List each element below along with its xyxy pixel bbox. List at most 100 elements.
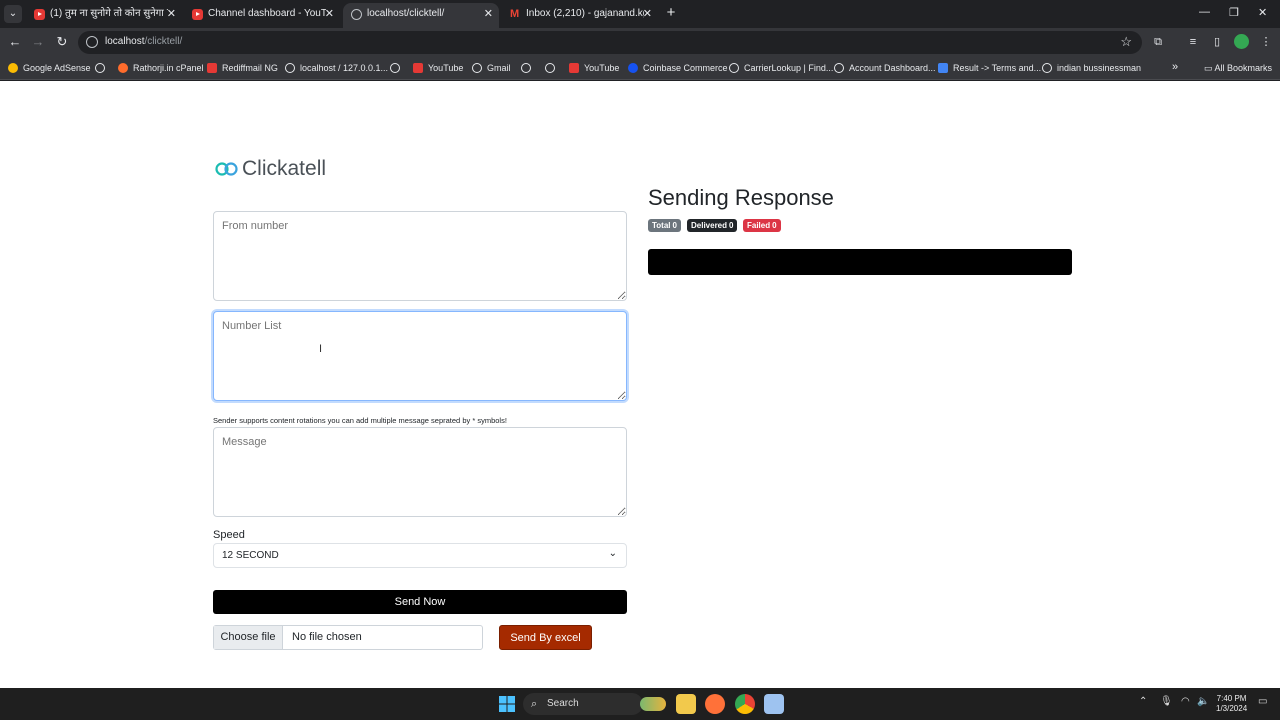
taskbar-clock[interactable]: 7:40 PM 1/3/2024	[1216, 694, 1247, 714]
new-tab-button[interactable]: +	[662, 4, 680, 22]
globe-icon	[545, 62, 555, 73]
cpanel-icon	[118, 62, 128, 73]
close-icon[interactable]: ✕	[325, 3, 334, 25]
delivered-badge: Delivered 0	[687, 219, 738, 232]
speed-label: Speed	[213, 529, 245, 541]
window-close-icon[interactable]: ✕	[1258, 6, 1267, 19]
reload-icon[interactable]: ↻	[53, 33, 71, 51]
widgets-icon[interactable]	[640, 697, 666, 711]
speed-select[interactable]: 12 SECOND ⌄	[213, 543, 627, 568]
globe-icon	[729, 62, 739, 73]
send-now-button[interactable]: Send Now	[213, 590, 627, 614]
bookmarks-overflow-icon[interactable]: »	[1172, 61, 1178, 73]
close-icon[interactable]: ✕	[643, 3, 652, 25]
youtube-icon	[34, 9, 45, 20]
file-explorer-icon[interactable]	[676, 694, 696, 714]
adsense-icon	[8, 62, 18, 73]
browser-toolbar: ← → ↻ localhost/clicktell/ ☆ ⧉ ≡ ▯ ⋮	[0, 28, 1280, 56]
taskbar-search[interactable]: ⌕ Search	[523, 693, 643, 715]
tab-channel-dashboard[interactable]: Channel dashboard - YouTube ✕	[184, 3, 340, 28]
bookmark-youtube[interactable]: YouTube	[569, 61, 619, 75]
gmail-icon: M	[510, 8, 520, 20]
globe-icon	[351, 9, 362, 20]
logo-text: Clickatell	[242, 157, 327, 180]
windows-start-icon[interactable]	[497, 694, 517, 714]
bookmark-youtube[interactable]: YouTube	[413, 61, 463, 75]
clickatell-logo-icon	[215, 162, 238, 176]
bookmark-star-icon[interactable]: ☆	[1120, 34, 1132, 50]
bookmark-indian-bussinessman[interactable]: indian bussinessman	[1042, 61, 1141, 75]
bookmark-rathorji-cpanel[interactable]: Rathorji.in cPanel	[118, 61, 204, 75]
tab-youtube-song[interactable]: (1) तुम ना सुनोगे तो कोन सुनेगा Thu ✕	[26, 3, 182, 28]
bookmark-unnamed[interactable]	[545, 61, 560, 75]
notification-icon[interactable]: ▭	[1258, 696, 1267, 707]
bookmark-account-dashboard[interactable]: Account Dashboard...	[834, 61, 936, 75]
bookmark-rediffmail[interactable]: Rediffmail NG	[207, 61, 278, 75]
bookmark-unnamed[interactable]	[521, 61, 536, 75]
rediffmail-icon	[207, 62, 217, 73]
bookmark-localhost-phpmyadmin[interactable]: localhost / 127.0.0.1...	[285, 61, 388, 75]
globe-icon	[285, 62, 295, 73]
wifi-icon[interactable]: ◠	[1181, 696, 1190, 707]
bookmark-gmail[interactable]: Gmail	[472, 61, 511, 75]
forward-arrow-icon[interactable]: →	[29, 33, 47, 51]
page-content: Clickatell I Sender supports content rot…	[0, 81, 1280, 688]
globe-icon	[390, 62, 400, 73]
app-icon[interactable]	[764, 694, 784, 714]
bookmark-coinbase-commerce[interactable]: Coinbase Commerce	[628, 61, 728, 75]
microphone-icon[interactable]: 🎙	[1160, 696, 1173, 707]
text-cursor-icon: I	[319, 343, 323, 355]
globe-icon	[95, 62, 105, 73]
bookmark-carrierlookup[interactable]: CarrierLookup | Find...	[729, 61, 833, 75]
url-text: localhost/clicktell/	[105, 36, 183, 47]
menu-dots-icon[interactable]: ⋮	[1259, 35, 1273, 49]
close-icon[interactable]: ✕	[484, 3, 493, 25]
file-input[interactable]: Choose file No file chosen	[213, 625, 483, 650]
globe-icon	[834, 62, 844, 73]
close-icon[interactable]: ✕	[167, 3, 176, 25]
bookmark-result-terms[interactable]: Result -> Terms and...	[938, 61, 1041, 75]
site-info-icon[interactable]	[86, 36, 98, 48]
tab-strip: ⌄ (1) तुम ना सुनोगे तो कोन सुनेगा Thu ✕ …	[0, 0, 1280, 28]
globe-icon	[472, 62, 482, 73]
rotation-hint: Sender supports content rotations you ca…	[213, 416, 507, 425]
tab-label: Inbox (2,210) - gajanand.kgn@	[526, 8, 644, 19]
clickatell-logo: Clickatell	[215, 157, 326, 181]
response-output	[648, 249, 1072, 275]
windows-taskbar: ⌕ Search ⌃ 🎙 ◠ 🔈 7:40 PM 1/3/2024 ▭	[0, 688, 1280, 720]
chrome-icon[interactable]	[735, 694, 755, 714]
globe-icon	[521, 62, 531, 73]
restore-icon[interactable]: ❐	[1229, 6, 1239, 19]
firefox-icon[interactable]	[705, 694, 725, 714]
side-panel-icon[interactable]: ▯	[1210, 35, 1224, 49]
file-name-text: No file chosen	[292, 631, 362, 643]
minimize-icon[interactable]: —	[1199, 6, 1210, 18]
profile-avatar[interactable]	[1234, 34, 1249, 49]
number-list-field[interactable]	[213, 311, 627, 401]
youtube-icon	[192, 9, 203, 20]
address-bar[interactable]: localhost/clicktell/ ☆	[78, 31, 1142, 54]
tab-localhost-clicktell[interactable]: localhost/clicktell/ ✕	[343, 3, 499, 28]
bookmark-google-adsense[interactable]: Google AdSense	[8, 61, 91, 75]
bookmark-unnamed[interactable]	[95, 61, 110, 75]
send-excel-button[interactable]: Send By excel File	[499, 625, 592, 669]
media-control-icon[interactable]: ≡	[1186, 35, 1200, 49]
coinbase-icon	[628, 62, 638, 73]
tray-overflow-icon[interactable]: ⌃	[1139, 696, 1147, 707]
tab-label: Channel dashboard - YouTube	[208, 8, 326, 19]
folder-icon: ▭	[1204, 63, 1215, 73]
failed-badge: Failed 0	[743, 219, 781, 232]
choose-file-button[interactable]: Choose file	[214, 626, 283, 649]
tab-search-button[interactable]: ⌄	[4, 5, 22, 23]
tab-label: (1) तुम ना सुनोगे तो कोन सुनेगा Thu	[50, 8, 168, 19]
all-bookmarks-folder[interactable]: ▭ All Bookmarks	[1204, 61, 1272, 75]
extensions-icon[interactable]: ⧉	[1151, 35, 1165, 49]
speed-value: 12 SECOND	[222, 550, 279, 561]
volume-icon[interactable]: 🔈	[1197, 696, 1209, 707]
bookmark-unnamed[interactable]	[390, 61, 405, 75]
back-arrow-icon[interactable]: ←	[6, 33, 24, 51]
message-field[interactable]	[213, 427, 627, 517]
from-number-field[interactable]	[213, 211, 627, 301]
tab-gmail-inbox[interactable]: M Inbox (2,210) - gajanand.kgn@ ✕	[502, 3, 658, 28]
search-icon: ⌕	[531, 698, 538, 710]
